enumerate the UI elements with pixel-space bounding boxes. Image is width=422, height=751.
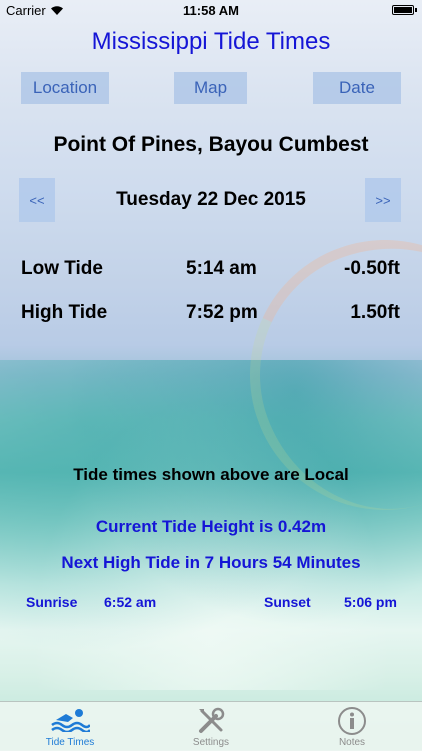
tab-notes[interactable]: Notes — [282, 702, 422, 751]
sunrise-label: Sunrise — [26, 594, 78, 610]
location-name: Point Of Pines, Bayou Cumbest — [53, 133, 369, 156]
tab-label: Tide Times — [45, 737, 95, 748]
status-bar: Carrier 11:58 AM — [0, 0, 422, 22]
current-tide-height: Current Tide Height is 0.42m — [95, 517, 327, 536]
tools-icon — [199, 707, 225, 733]
app-title: Mississippi Tide Times — [91, 28, 331, 55]
sunrise-time: 6:52 am — [104, 594, 157, 610]
tide-time: 7:52 pm — [186, 302, 258, 323]
tide-row: High Tide 7:52 pm 1.50ft — [0, 302, 422, 328]
tab-bar: Tide Times Settings Notes — [0, 701, 422, 751]
next-day-button[interactable]: >> — [365, 178, 401, 222]
battery-icon — [392, 5, 417, 15]
date-display: Tuesday 22 Dec 2015 — [116, 189, 306, 210]
info-icon — [338, 707, 366, 735]
status-time: 11:58 AM — [183, 3, 239, 18]
tab-label: Settings — [192, 737, 230, 748]
rainbow-decoration — [211, 201, 422, 549]
date-button[interactable]: Date — [313, 72, 401, 104]
location-button[interactable]: Location — [21, 72, 109, 104]
tide-row: Low Tide 5:14 am -0.50ft — [0, 258, 422, 284]
tab-settings[interactable]: Settings — [141, 702, 281, 751]
tide-height: 1.50ft — [350, 302, 400, 323]
swimmer-icon — [51, 709, 90, 732]
sunset-label: Sunset — [264, 594, 311, 610]
tide-height: -0.50ft — [344, 258, 400, 279]
next-tide-countdown: Next High Tide in 7 Hours 54 Minutes — [61, 553, 361, 572]
map-button[interactable]: Map — [174, 72, 247, 104]
tab-label: Notes — [338, 737, 366, 748]
tide-type: Low Tide — [21, 258, 103, 279]
tab-tide-times[interactable]: Tide Times — [0, 702, 140, 751]
local-time-note: Tide times shown above are Local — [73, 465, 349, 484]
tide-type: High Tide — [21, 302, 108, 323]
tide-time: 5:14 am — [186, 258, 257, 279]
sunset-time: 5:06 pm — [344, 594, 397, 610]
